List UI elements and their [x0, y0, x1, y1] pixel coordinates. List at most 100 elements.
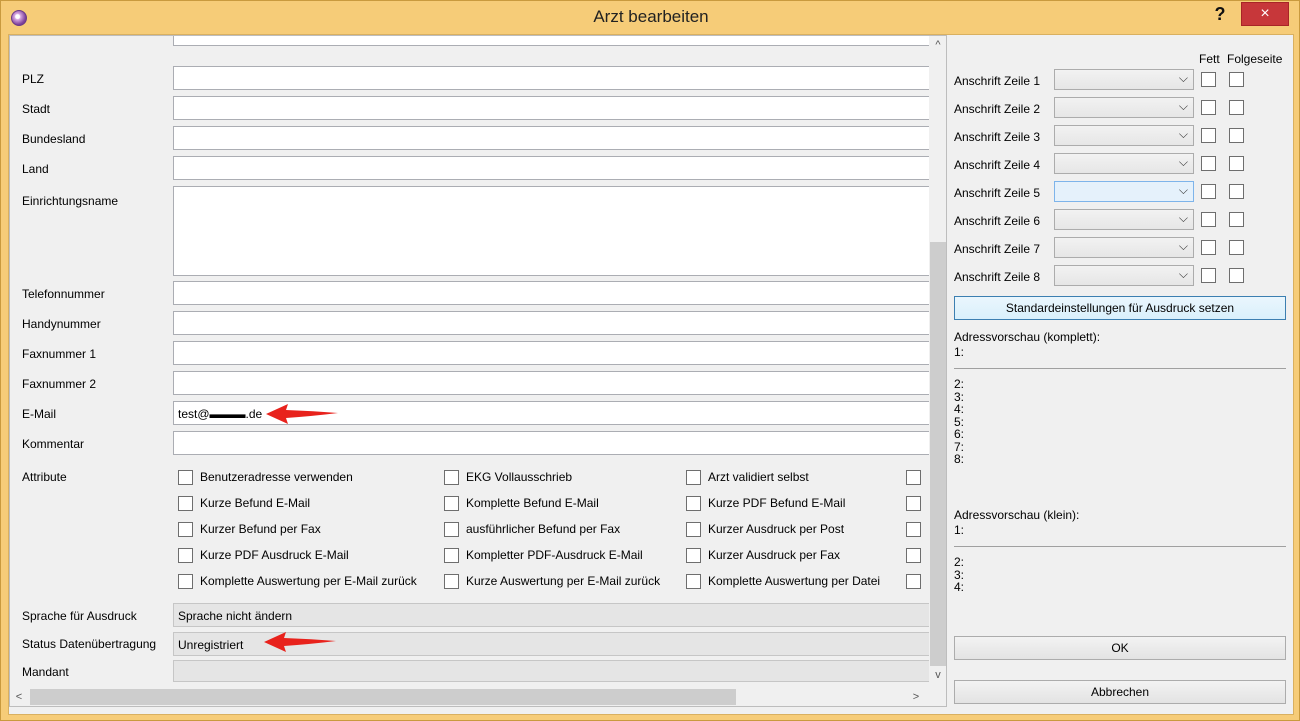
- status-label: Status Datenübertragung: [22, 637, 157, 651]
- anschrift-zeile-combo[interactable]: ⌵: [1054, 209, 1194, 230]
- mandant-select[interactable]: [173, 660, 933, 682]
- attr-checkbox[interactable]: Kompletter PDF-Ausdruck E-Mail: [444, 546, 643, 564]
- attr-label: Benutzeradresse verwenden: [200, 470, 353, 484]
- attr-checkbox[interactable]: Komplette Befund E-Mail: [444, 494, 599, 512]
- folgeseite-checkbox[interactable]: [1229, 72, 1244, 87]
- scroll-down-icon[interactable]: v: [929, 666, 946, 684]
- attr-checkbox[interactable]: Kurzer Befund per Fax: [178, 520, 321, 538]
- chevron-down-icon: ⌵: [1178, 183, 1188, 197]
- faxnummer1-field[interactable]: [173, 341, 933, 365]
- attr-checkbox[interactable]: ausführlicher Befund per Fax: [444, 520, 620, 538]
- ok-button[interactable]: OK: [954, 636, 1286, 660]
- anschrift-zeile-combo[interactable]: ⌵: [1054, 181, 1194, 202]
- checkbox-box[interactable]: [686, 547, 701, 563]
- vertical-scroll-thumb[interactable]: [930, 242, 946, 666]
- checkbox-box[interactable]: [906, 469, 921, 485]
- stadt-field[interactable]: [173, 96, 933, 120]
- anschrift-zeile-combo[interactable]: ⌵: [1054, 69, 1194, 90]
- folgeseite-checkbox[interactable]: [1229, 156, 1244, 171]
- checkbox-box[interactable]: [178, 573, 193, 589]
- attr-checkbox[interactable]: Arzt validiert selbst: [686, 468, 809, 486]
- checkbox-box[interactable]: [444, 547, 459, 563]
- street-field-partial[interactable]: [173, 36, 933, 46]
- attr-checkbox[interactable]: Komplette Auswertung per Datei: [686, 572, 880, 590]
- checkbox-box[interactable]: [686, 469, 701, 485]
- help-button[interactable]: ?: [1206, 4, 1234, 28]
- checkbox-box[interactable]: [906, 547, 921, 563]
- attr-checkbox-cut[interactable]: [906, 546, 928, 564]
- checkbox-box[interactable]: [686, 573, 701, 589]
- language-select[interactable]: Sprache nicht ändern: [173, 603, 933, 627]
- checkbox-box[interactable]: [178, 495, 193, 511]
- attr-checkbox[interactable]: Kurze Auswertung per E-Mail zurück: [444, 572, 660, 590]
- attr-checkbox[interactable]: Komplette Auswertung per E-Mail zurück: [178, 572, 417, 590]
- folgeseite-checkbox[interactable]: [1229, 212, 1244, 227]
- folgeseite-checkbox[interactable]: [1229, 100, 1244, 115]
- land-field[interactable]: [173, 156, 933, 180]
- checkbox-box[interactable]: [178, 469, 193, 485]
- fett-checkbox[interactable]: [1201, 240, 1216, 255]
- horizontal-scrollbar[interactable]: < >: [10, 688, 929, 706]
- anschrift-zeile-combo[interactable]: ⌵: [1054, 97, 1194, 118]
- set-print-defaults-button[interactable]: Standardeinstellungen für Ausdruck setze…: [954, 296, 1286, 320]
- checkbox-box[interactable]: [686, 521, 701, 537]
- fett-checkbox[interactable]: [1201, 156, 1216, 171]
- checkbox-box[interactable]: [906, 495, 921, 511]
- checkbox-box[interactable]: [444, 469, 459, 485]
- attr-checkbox[interactable]: Benutzeradresse verwenden: [178, 468, 353, 486]
- plz-field[interactable]: [173, 66, 933, 90]
- faxnummer2-field[interactable]: [173, 371, 933, 395]
- folgeseite-checkbox[interactable]: [1229, 240, 1244, 255]
- attr-checkbox-cut[interactable]: [906, 494, 928, 512]
- kommentar-label: Kommentar: [22, 437, 85, 451]
- fett-checkbox[interactable]: [1201, 184, 1216, 199]
- attribute-label: Attribute: [22, 470, 67, 484]
- anschrift-zeile-combo[interactable]: ⌵: [1054, 265, 1194, 286]
- fett-checkbox[interactable]: [1201, 268, 1216, 283]
- fett-checkbox[interactable]: [1201, 100, 1216, 115]
- chevron-down-icon: ⌵: [1178, 239, 1188, 253]
- anschrift-zeile-combo[interactable]: ⌵: [1054, 125, 1194, 146]
- telefonnummer-field[interactable]: [173, 281, 933, 305]
- attr-checkbox[interactable]: Kurze PDF Befund E-Mail: [686, 494, 845, 512]
- bundesland-field[interactable]: [173, 126, 933, 150]
- attr-checkbox-cut[interactable]: [906, 572, 928, 590]
- anschrift-zeile-label: Anschrift Zeile 4: [954, 158, 1041, 172]
- fett-checkbox[interactable]: [1201, 212, 1216, 227]
- checkbox-box[interactable]: [906, 521, 921, 537]
- scroll-right-icon[interactable]: >: [907, 688, 925, 706]
- attr-checkbox[interactable]: Kurze PDF Ausdruck E-Mail: [178, 546, 349, 564]
- kommentar-field[interactable]: [173, 431, 933, 455]
- scroll-left-icon[interactable]: <: [10, 688, 28, 706]
- attr-checkbox[interactable]: Kurzer Ausdruck per Post: [686, 520, 844, 538]
- attr-checkbox[interactable]: Kurzer Ausdruck per Fax: [686, 546, 840, 564]
- cancel-button[interactable]: Abbrechen: [954, 680, 1286, 704]
- folgeseite-checkbox[interactable]: [1229, 184, 1244, 199]
- fett-checkbox[interactable]: [1201, 128, 1216, 143]
- checkbox-box[interactable]: [178, 521, 193, 537]
- checkbox-box[interactable]: [686, 495, 701, 511]
- checkbox-box[interactable]: [444, 495, 459, 511]
- einrichtungsname-field[interactable]: [173, 186, 933, 276]
- anschrift-zeile-combo[interactable]: ⌵: [1054, 153, 1194, 174]
- preview-full-title: Adressvorschau (komplett):: [954, 330, 1101, 344]
- form-scroll-area[interactable]: PLZ Stadt Bundesland Land Einrichtungsna…: [9, 35, 947, 707]
- folgeseite-checkbox[interactable]: [1229, 268, 1244, 283]
- checkbox-box[interactable]: [444, 573, 459, 589]
- attr-checkbox[interactable]: Kurze Befund E-Mail: [178, 494, 310, 512]
- horizontal-scroll-thumb[interactable]: [30, 689, 736, 705]
- handynummer-field[interactable]: [173, 311, 933, 335]
- scroll-up-icon[interactable]: ^: [929, 36, 946, 54]
- attr-checkbox-cut[interactable]: [906, 520, 928, 538]
- checkbox-box[interactable]: [906, 573, 921, 589]
- attr-checkbox-cut[interactable]: [906, 468, 928, 486]
- attr-checkbox[interactable]: EKG Vollausschrieb: [444, 468, 572, 486]
- fett-checkbox[interactable]: [1201, 72, 1216, 87]
- folgeseite-checkbox[interactable]: [1229, 128, 1244, 143]
- preview-separator: [954, 368, 1286, 369]
- close-button[interactable]: ×: [1241, 2, 1289, 26]
- checkbox-box[interactable]: [178, 547, 193, 563]
- anschrift-zeile-combo[interactable]: ⌵: [1054, 237, 1194, 258]
- vertical-scrollbar[interactable]: ^ v: [929, 36, 946, 687]
- checkbox-box[interactable]: [444, 521, 459, 537]
